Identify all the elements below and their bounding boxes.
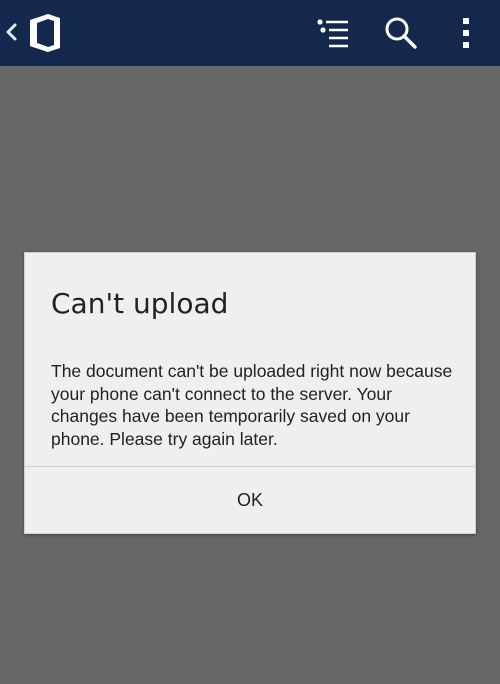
chevron-left-icon[interactable] [4,20,18,44]
ok-button[interactable]: OK [25,467,475,533]
search-icon[interactable] [381,14,421,52]
action-bar [0,0,500,66]
dialog-title: Can't upload [51,287,229,320]
more-vert-icon[interactable] [452,14,480,52]
dialog-message: The document can't be uploaded right now… [51,361,453,449]
office-logo-icon[interactable] [26,13,64,53]
upload-error-dialog: Can't upload The document can't be uploa… [24,252,476,534]
outline-list-icon[interactable] [312,14,352,52]
